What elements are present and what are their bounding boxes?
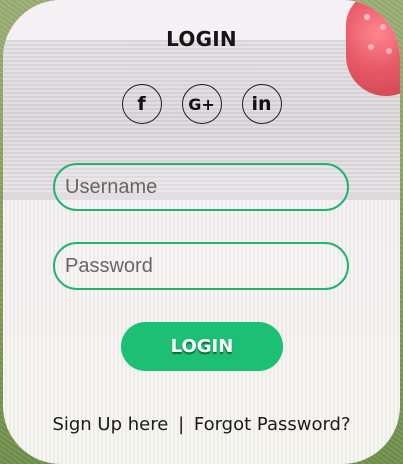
login-button[interactable]: LOGIN: [121, 322, 283, 371]
social-login-row: f G+ in: [0, 84, 403, 124]
password-field[interactable]: [53, 242, 349, 290]
footer-links: Sign Up here | Forgot Password?: [0, 414, 403, 435]
facebook-icon: f: [137, 93, 146, 115]
facebook-button[interactable]: f: [121, 84, 162, 124]
linkedin-button[interactable]: in: [241, 84, 282, 124]
link-separator: |: [178, 414, 185, 435]
page-title: LOGIN: [166, 27, 237, 51]
login-card: [3, 0, 400, 464]
signup-link[interactable]: Sign Up here: [52, 414, 168, 435]
google-plus-icon: G+: [188, 94, 215, 114]
google-plus-button[interactable]: G+: [181, 84, 222, 124]
linkedin-icon: in: [251, 93, 272, 115]
username-field[interactable]: [53, 163, 349, 211]
forgot-password-link[interactable]: Forgot Password?: [194, 414, 351, 435]
